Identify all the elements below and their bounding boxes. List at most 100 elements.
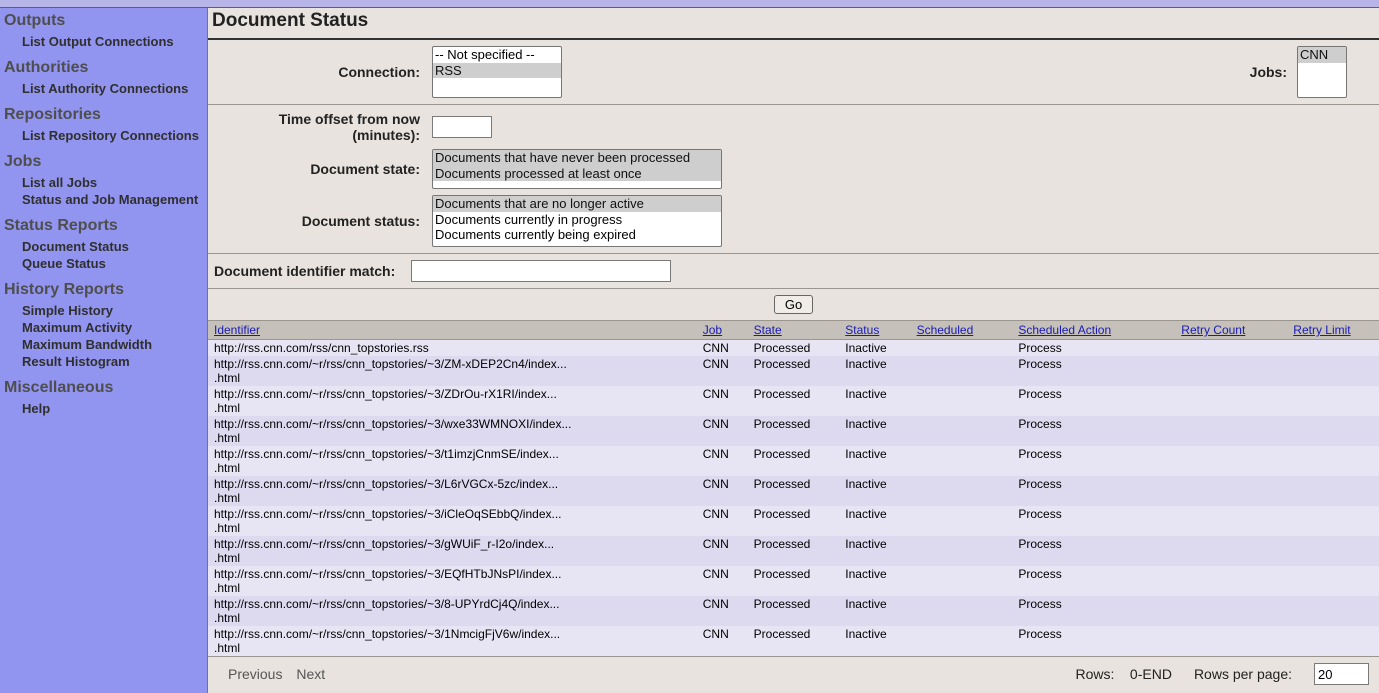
table-header-row: Identifier Job State Status Scheduled Sc… bbox=[208, 321, 1379, 340]
col-header-status[interactable]: Status bbox=[845, 323, 879, 337]
sidebar-item-help[interactable]: Help bbox=[22, 401, 207, 416]
table-cell bbox=[1287, 416, 1379, 446]
table-cell: Process bbox=[1012, 536, 1175, 566]
sidebar-item-list-repository-connections[interactable]: List Repository Connections bbox=[22, 128, 207, 143]
table-row: http://rss.cnn.com/~r/rss/cnn_topstories… bbox=[208, 536, 1379, 566]
table-cell: Inactive bbox=[839, 596, 910, 626]
table-cell: http://rss.cnn.com/~r/rss/cnn_topstories… bbox=[208, 566, 697, 596]
filter-row-connection: Connection: -- Not specified --RSS Jobs:… bbox=[208, 40, 1379, 105]
table-cell: CNN bbox=[697, 596, 748, 626]
table-cell: Processed bbox=[748, 566, 840, 596]
table-cell bbox=[911, 596, 1013, 626]
previous-link[interactable]: Previous bbox=[228, 666, 282, 682]
sidebar-item-list-authority-connections[interactable]: List Authority Connections bbox=[22, 81, 207, 96]
document-status-select[interactable]: Documents that are no longer activeDocum… bbox=[432, 195, 722, 247]
sidebar-item-document-status[interactable]: Document Status bbox=[22, 239, 207, 254]
col-header-identifier[interactable]: Identifier bbox=[214, 323, 260, 337]
table-cell bbox=[1175, 416, 1287, 446]
table-cell: Inactive bbox=[839, 416, 910, 446]
go-row: Go bbox=[208, 289, 1379, 321]
table-cell: Inactive bbox=[839, 386, 910, 416]
time-offset-input[interactable] bbox=[432, 116, 492, 138]
sidebar-item-maximum-activity[interactable]: Maximum Activity bbox=[22, 320, 207, 335]
table-cell bbox=[911, 566, 1013, 596]
table-cell: Inactive bbox=[839, 536, 910, 566]
sidebar-item-result-histogram[interactable]: Result Histogram bbox=[22, 354, 207, 369]
rows-per-page-label: Rows per page: bbox=[1194, 666, 1292, 682]
sidebar: Outputs List Output Connections Authorit… bbox=[0, 8, 208, 693]
col-header-retry-limit[interactable]: Retry Limit bbox=[1293, 323, 1350, 337]
sidebar-heading-authorities: Authorities bbox=[4, 59, 207, 77]
table-cell: Inactive bbox=[839, 506, 910, 536]
rows-label: Rows: bbox=[1075, 666, 1114, 682]
table-cell: Processed bbox=[748, 416, 840, 446]
table-cell: Processed bbox=[748, 340, 840, 357]
table-row: http://rss.cnn.com/~r/rss/cnn_topstories… bbox=[208, 566, 1379, 596]
identifier-match-label: Document identifier match: bbox=[212, 263, 411, 279]
table-cell: http://rss.cnn.com/~r/rss/cnn_topstories… bbox=[208, 536, 697, 566]
results-footer: Previous Next Rows: 0-END Rows per page: bbox=[208, 656, 1379, 691]
document-status-label: Document status: bbox=[212, 213, 432, 229]
table-cell bbox=[1287, 446, 1379, 476]
table-cell: CNN bbox=[697, 566, 748, 596]
sidebar-item-queue-status[interactable]: Queue Status bbox=[22, 256, 207, 271]
table-cell bbox=[911, 476, 1013, 506]
page-title: Document Status bbox=[208, 8, 1379, 40]
table-cell bbox=[1287, 476, 1379, 506]
col-header-state[interactable]: State bbox=[754, 323, 782, 337]
table-cell: http://rss.cnn.com/~r/rss/cnn_topstories… bbox=[208, 356, 697, 386]
table-cell: CNN bbox=[697, 476, 748, 506]
jobs-select[interactable]: CNN bbox=[1297, 46, 1347, 98]
table-cell bbox=[911, 446, 1013, 476]
table-cell: http://rss.cnn.com/~r/rss/cnn_topstories… bbox=[208, 506, 697, 536]
col-header-retry-count[interactable]: Retry Count bbox=[1181, 323, 1245, 337]
col-header-job[interactable]: Job bbox=[703, 323, 722, 337]
sidebar-item-list-all-jobs[interactable]: List all Jobs bbox=[22, 175, 207, 190]
col-header-scheduled-action[interactable]: Scheduled Action bbox=[1018, 323, 1111, 337]
table-cell: Inactive bbox=[839, 340, 910, 357]
table-cell bbox=[911, 416, 1013, 446]
table-row: http://rss.cnn.com/rss/cnn_topstories.rs… bbox=[208, 340, 1379, 357]
filter-row-document-status: Document status: Documents that are no l… bbox=[208, 195, 1379, 254]
table-cell bbox=[1175, 356, 1287, 386]
main-content: Document Status Connection: -- Not speci… bbox=[208, 8, 1379, 693]
go-button[interactable]: Go bbox=[774, 295, 813, 314]
table-cell bbox=[1175, 476, 1287, 506]
rows-per-page-input[interactable] bbox=[1314, 663, 1369, 685]
table-row: http://rss.cnn.com/~r/rss/cnn_topstories… bbox=[208, 386, 1379, 416]
table-cell: Process bbox=[1012, 626, 1175, 656]
table-cell: http://rss.cnn.com/~r/rss/cnn_topstories… bbox=[208, 416, 697, 446]
next-link[interactable]: Next bbox=[296, 666, 325, 682]
table-cell: Process bbox=[1012, 340, 1175, 357]
connection-select[interactable]: -- Not specified --RSS bbox=[432, 46, 562, 98]
table-cell: Process bbox=[1012, 356, 1175, 386]
sidebar-item-status-and-job-management[interactable]: Status and Job Management bbox=[22, 192, 207, 207]
identifier-match-input[interactable] bbox=[411, 260, 671, 282]
table-cell: Processed bbox=[748, 356, 840, 386]
sidebar-item-maximum-bandwidth[interactable]: Maximum Bandwidth bbox=[22, 337, 207, 352]
filter-section: Connection: -- Not specified --RSS Jobs:… bbox=[208, 40, 1379, 321]
time-offset-label: Time offset from now (minutes): bbox=[212, 111, 432, 143]
col-header-scheduled[interactable]: Scheduled bbox=[917, 323, 974, 337]
table-cell bbox=[1287, 386, 1379, 416]
table-cell: CNN bbox=[697, 536, 748, 566]
table-cell bbox=[1175, 536, 1287, 566]
table-cell bbox=[1175, 506, 1287, 536]
sidebar-item-simple-history[interactable]: Simple History bbox=[22, 303, 207, 318]
filter-row-time-offset: Time offset from now (minutes): bbox=[208, 105, 1379, 149]
table-cell bbox=[911, 506, 1013, 536]
table-cell: Process bbox=[1012, 416, 1175, 446]
table-cell bbox=[1175, 596, 1287, 626]
table-cell bbox=[911, 626, 1013, 656]
table-cell bbox=[1287, 536, 1379, 566]
table-cell: Processed bbox=[748, 386, 840, 416]
document-state-label: Document state: bbox=[212, 161, 432, 177]
document-state-select[interactable]: Documents that have never been processed… bbox=[432, 149, 722, 189]
table-cell bbox=[1175, 386, 1287, 416]
table-cell: Inactive bbox=[839, 626, 910, 656]
table-cell: Process bbox=[1012, 596, 1175, 626]
sidebar-item-list-output-connections[interactable]: List Output Connections bbox=[22, 34, 207, 49]
table-cell: http://rss.cnn.com/~r/rss/cnn_topstories… bbox=[208, 626, 697, 656]
table-cell: CNN bbox=[697, 356, 748, 386]
sidebar-heading-jobs: Jobs bbox=[4, 153, 207, 171]
